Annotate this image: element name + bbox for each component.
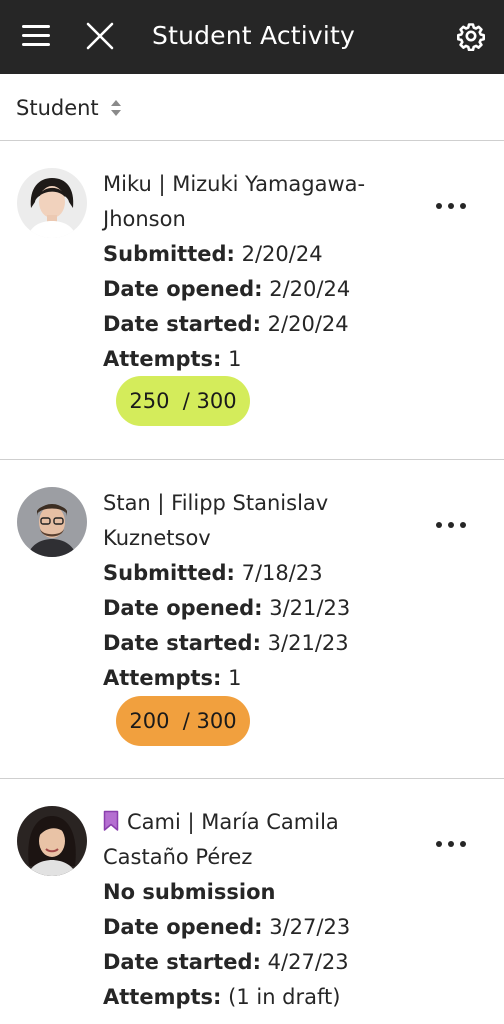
grade-total: / 300 (182, 389, 237, 413)
date-started-value: 3/21/23 (267, 631, 349, 655)
student-name[interactable]: Cami | María Camila Castaño Pérez (103, 810, 339, 869)
submitted-label: Submitted: (103, 242, 235, 266)
attempts-value: (1 in draft) (228, 985, 341, 1009)
more-options-icon[interactable] (436, 518, 466, 532)
date-opened-value: 3/21/23 (269, 596, 351, 620)
date-started-value: 2/20/24 (267, 312, 349, 336)
attempts-label: Attempts: (103, 666, 222, 690)
submitted-label: Submitted: (103, 561, 235, 585)
student-info: Cami | María Camila Castaño Pérez No sub… (103, 805, 423, 1015)
student-name-row: Cami | María Camila Castaño Pérez (103, 805, 423, 875)
date-opened-label: Date opened: (103, 596, 263, 620)
grade-pill[interactable]: 250 / 300 (116, 376, 250, 426)
date-opened-label: Date opened: (103, 915, 263, 939)
gear-icon[interactable] (456, 21, 486, 52)
date-started-label: Date started: (103, 312, 261, 336)
attempts-label: Attempts: (103, 347, 222, 371)
date-started-label: Date started: (103, 950, 261, 974)
student-name[interactable]: Stan | Filipp Stanislav Kuznetsov (103, 486, 423, 556)
date-opened-value: 3/27/23 (269, 915, 351, 939)
student-card: Cami | María Camila Castaño Pérez No sub… (0, 779, 504, 1024)
attempts-value: 1 (228, 666, 242, 690)
grade-score: 250 (129, 389, 170, 413)
hamburger-menu-icon[interactable] (22, 22, 52, 50)
grade-score: 200 (129, 709, 170, 733)
grade-pill[interactable]: 200 / 300 (116, 696, 250, 746)
student-info: Stan | Filipp Stanislav Kuznetsov Submit… (103, 486, 423, 696)
avatar (17, 168, 87, 238)
page-title: Student Activity (152, 21, 356, 50)
student-info: Miku | Mizuki Yamagawa-Jhonson Submitted… (103, 167, 423, 377)
student-card: Miku | Mizuki Yamagawa-Jhonson Submitted… (0, 141, 504, 460)
student-card: Stan | Filipp Stanislav Kuznetsov Submit… (0, 460, 504, 779)
attempts-value: 1 (228, 347, 242, 371)
student-name[interactable]: Miku | Mizuki Yamagawa-Jhonson (103, 167, 423, 237)
submitted-date: 2/20/24 (241, 242, 323, 266)
sort-arrows-icon (109, 97, 123, 119)
sort-bar: Student (0, 74, 504, 141)
submitted-date: 7/18/23 (241, 561, 323, 585)
bookmark-flag-icon (103, 808, 119, 831)
attempts-label: Attempts: (103, 985, 222, 1009)
grade-total: / 300 (182, 709, 237, 733)
sort-label: Student (16, 96, 99, 120)
sort-by-student-button[interactable]: Student (16, 92, 123, 124)
avatar (17, 487, 87, 557)
more-options-icon[interactable] (436, 837, 466, 851)
top-bar: Student Activity (0, 0, 504, 74)
date-started-label: Date started: (103, 631, 261, 655)
avatar (17, 806, 87, 876)
close-icon[interactable] (84, 20, 116, 52)
date-started-value: 4/27/23 (267, 950, 349, 974)
date-opened-value: 2/20/24 (269, 277, 351, 301)
more-options-icon[interactable] (436, 199, 466, 213)
no-submission-status: No submission (103, 880, 276, 904)
date-opened-label: Date opened: (103, 277, 263, 301)
